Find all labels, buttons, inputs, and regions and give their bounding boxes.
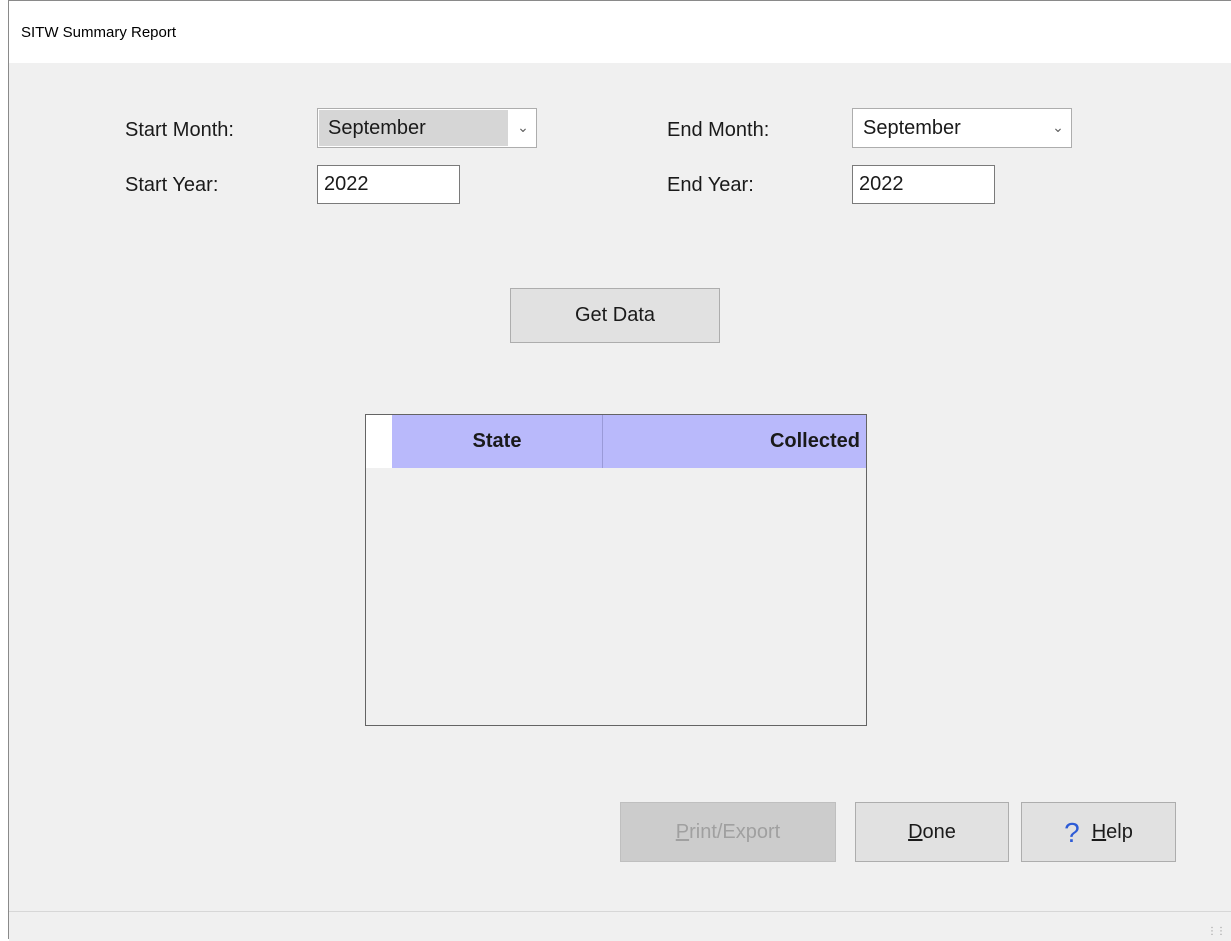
end-year-input[interactable]: 2022 bbox=[852, 165, 995, 204]
question-mark-icon: ? bbox=[1064, 816, 1080, 848]
done-button[interactable]: Done bbox=[855, 802, 1009, 862]
start-year-label: Start Year: bbox=[125, 174, 219, 196]
print-export-button[interactable]: Print/Export bbox=[620, 802, 836, 862]
title-bar[interactable]: SITW Summary Report bbox=[9, 1, 1231, 63]
column-header-state[interactable]: State bbox=[392, 415, 603, 468]
start-month-value: September bbox=[319, 110, 508, 146]
start-month-select[interactable]: September ⌄ bbox=[317, 108, 537, 148]
resize-grip-icon[interactable]: ⋮⋮ bbox=[1207, 926, 1226, 937]
done-mnemonic: D bbox=[908, 821, 923, 843]
status-bar: ⋮⋮ bbox=[9, 911, 1231, 941]
end-month-value: September bbox=[863, 117, 961, 139]
start-month-label: Start Month: bbox=[125, 119, 234, 141]
end-month-select[interactable]: September ⌄ bbox=[852, 108, 1072, 148]
end-month-label: End Month: bbox=[667, 119, 770, 141]
results-grid[interactable]: State Collected bbox=[365, 414, 867, 726]
column-header-collected[interactable]: Collected bbox=[603, 415, 866, 468]
chevron-down-icon[interactable]: ⌄ bbox=[1051, 117, 1065, 137]
help-label: elp bbox=[1106, 821, 1133, 843]
print-export-label: rint/Export bbox=[689, 821, 781, 843]
done-label: one bbox=[922, 821, 956, 843]
end-year-label: End Year: bbox=[667, 174, 754, 196]
window-title: SITW Summary Report bbox=[21, 24, 177, 41]
start-year-input[interactable]: 2022 bbox=[317, 165, 460, 204]
help-button[interactable]: ? Help bbox=[1021, 802, 1176, 862]
get-data-button[interactable]: Get Data bbox=[510, 288, 720, 343]
chevron-down-icon[interactable]: ⌄ bbox=[516, 117, 530, 137]
help-mnemonic: H bbox=[1091, 821, 1107, 843]
grid-corner-cell bbox=[366, 415, 392, 468]
report-window: SITW Summary Report Start Month: Septemb… bbox=[8, 0, 1231, 941]
print-export-mnemonic: P bbox=[675, 821, 690, 843]
